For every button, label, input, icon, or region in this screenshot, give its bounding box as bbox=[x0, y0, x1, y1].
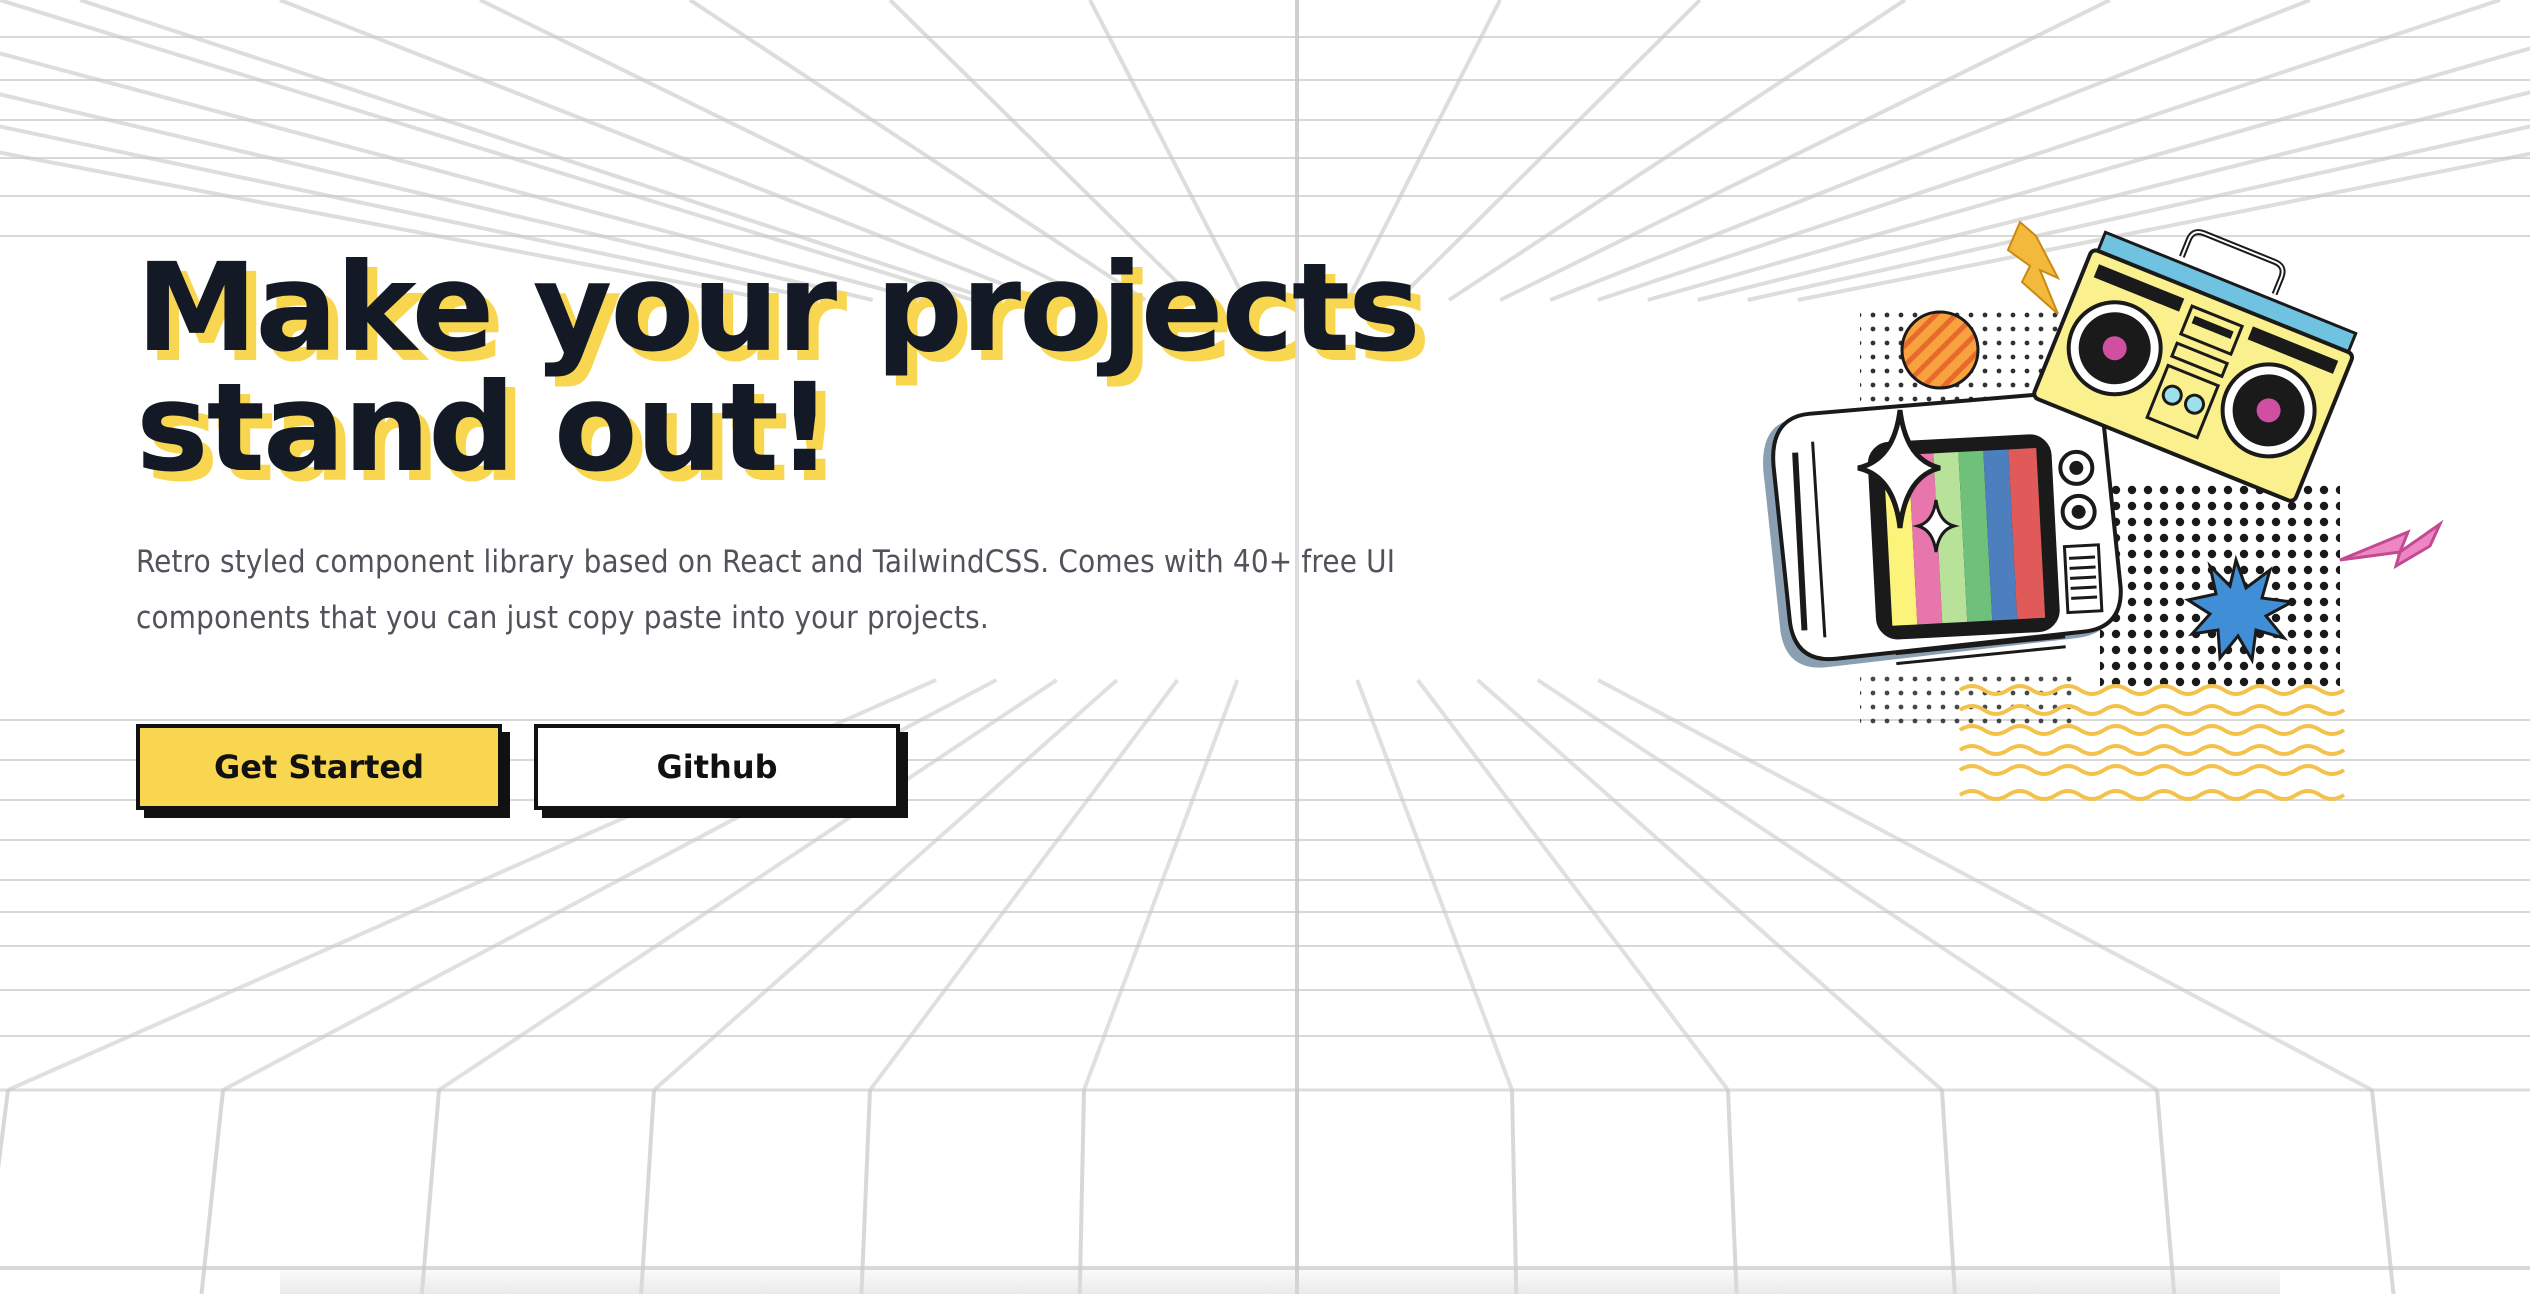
pink-lightning-icon bbox=[2339, 519, 2444, 570]
github-button[interactable]: Github bbox=[534, 724, 900, 810]
hero-headline: Make your projects stand out! bbox=[136, 237, 1436, 499]
hero-actions: Get Started Github bbox=[136, 724, 1436, 810]
retro-illustration bbox=[1763, 220, 2444, 801]
hero-section: Make your projects stand out! Retro styl… bbox=[136, 240, 1436, 810]
grid-floor-line bbox=[1416, 678, 1730, 1092]
headline-line-1: Make your projects bbox=[136, 237, 1421, 379]
hero-description: Retro styled component library based on … bbox=[136, 544, 1396, 636]
grid-converging-line bbox=[1396, 0, 1702, 302]
grid-floor-post bbox=[199, 1089, 225, 1294]
get-started-button[interactable]: Get Started bbox=[136, 724, 502, 810]
grid-floor-post bbox=[2370, 1089, 2396, 1294]
striped-circle-icon bbox=[1900, 310, 1980, 390]
floor-shadow bbox=[280, 1262, 2280, 1294]
grid-floor-post bbox=[0, 1089, 10, 1170]
headline-line-2: stand out! bbox=[136, 357, 833, 499]
lightning-bolt-icon bbox=[2006, 220, 2061, 315]
